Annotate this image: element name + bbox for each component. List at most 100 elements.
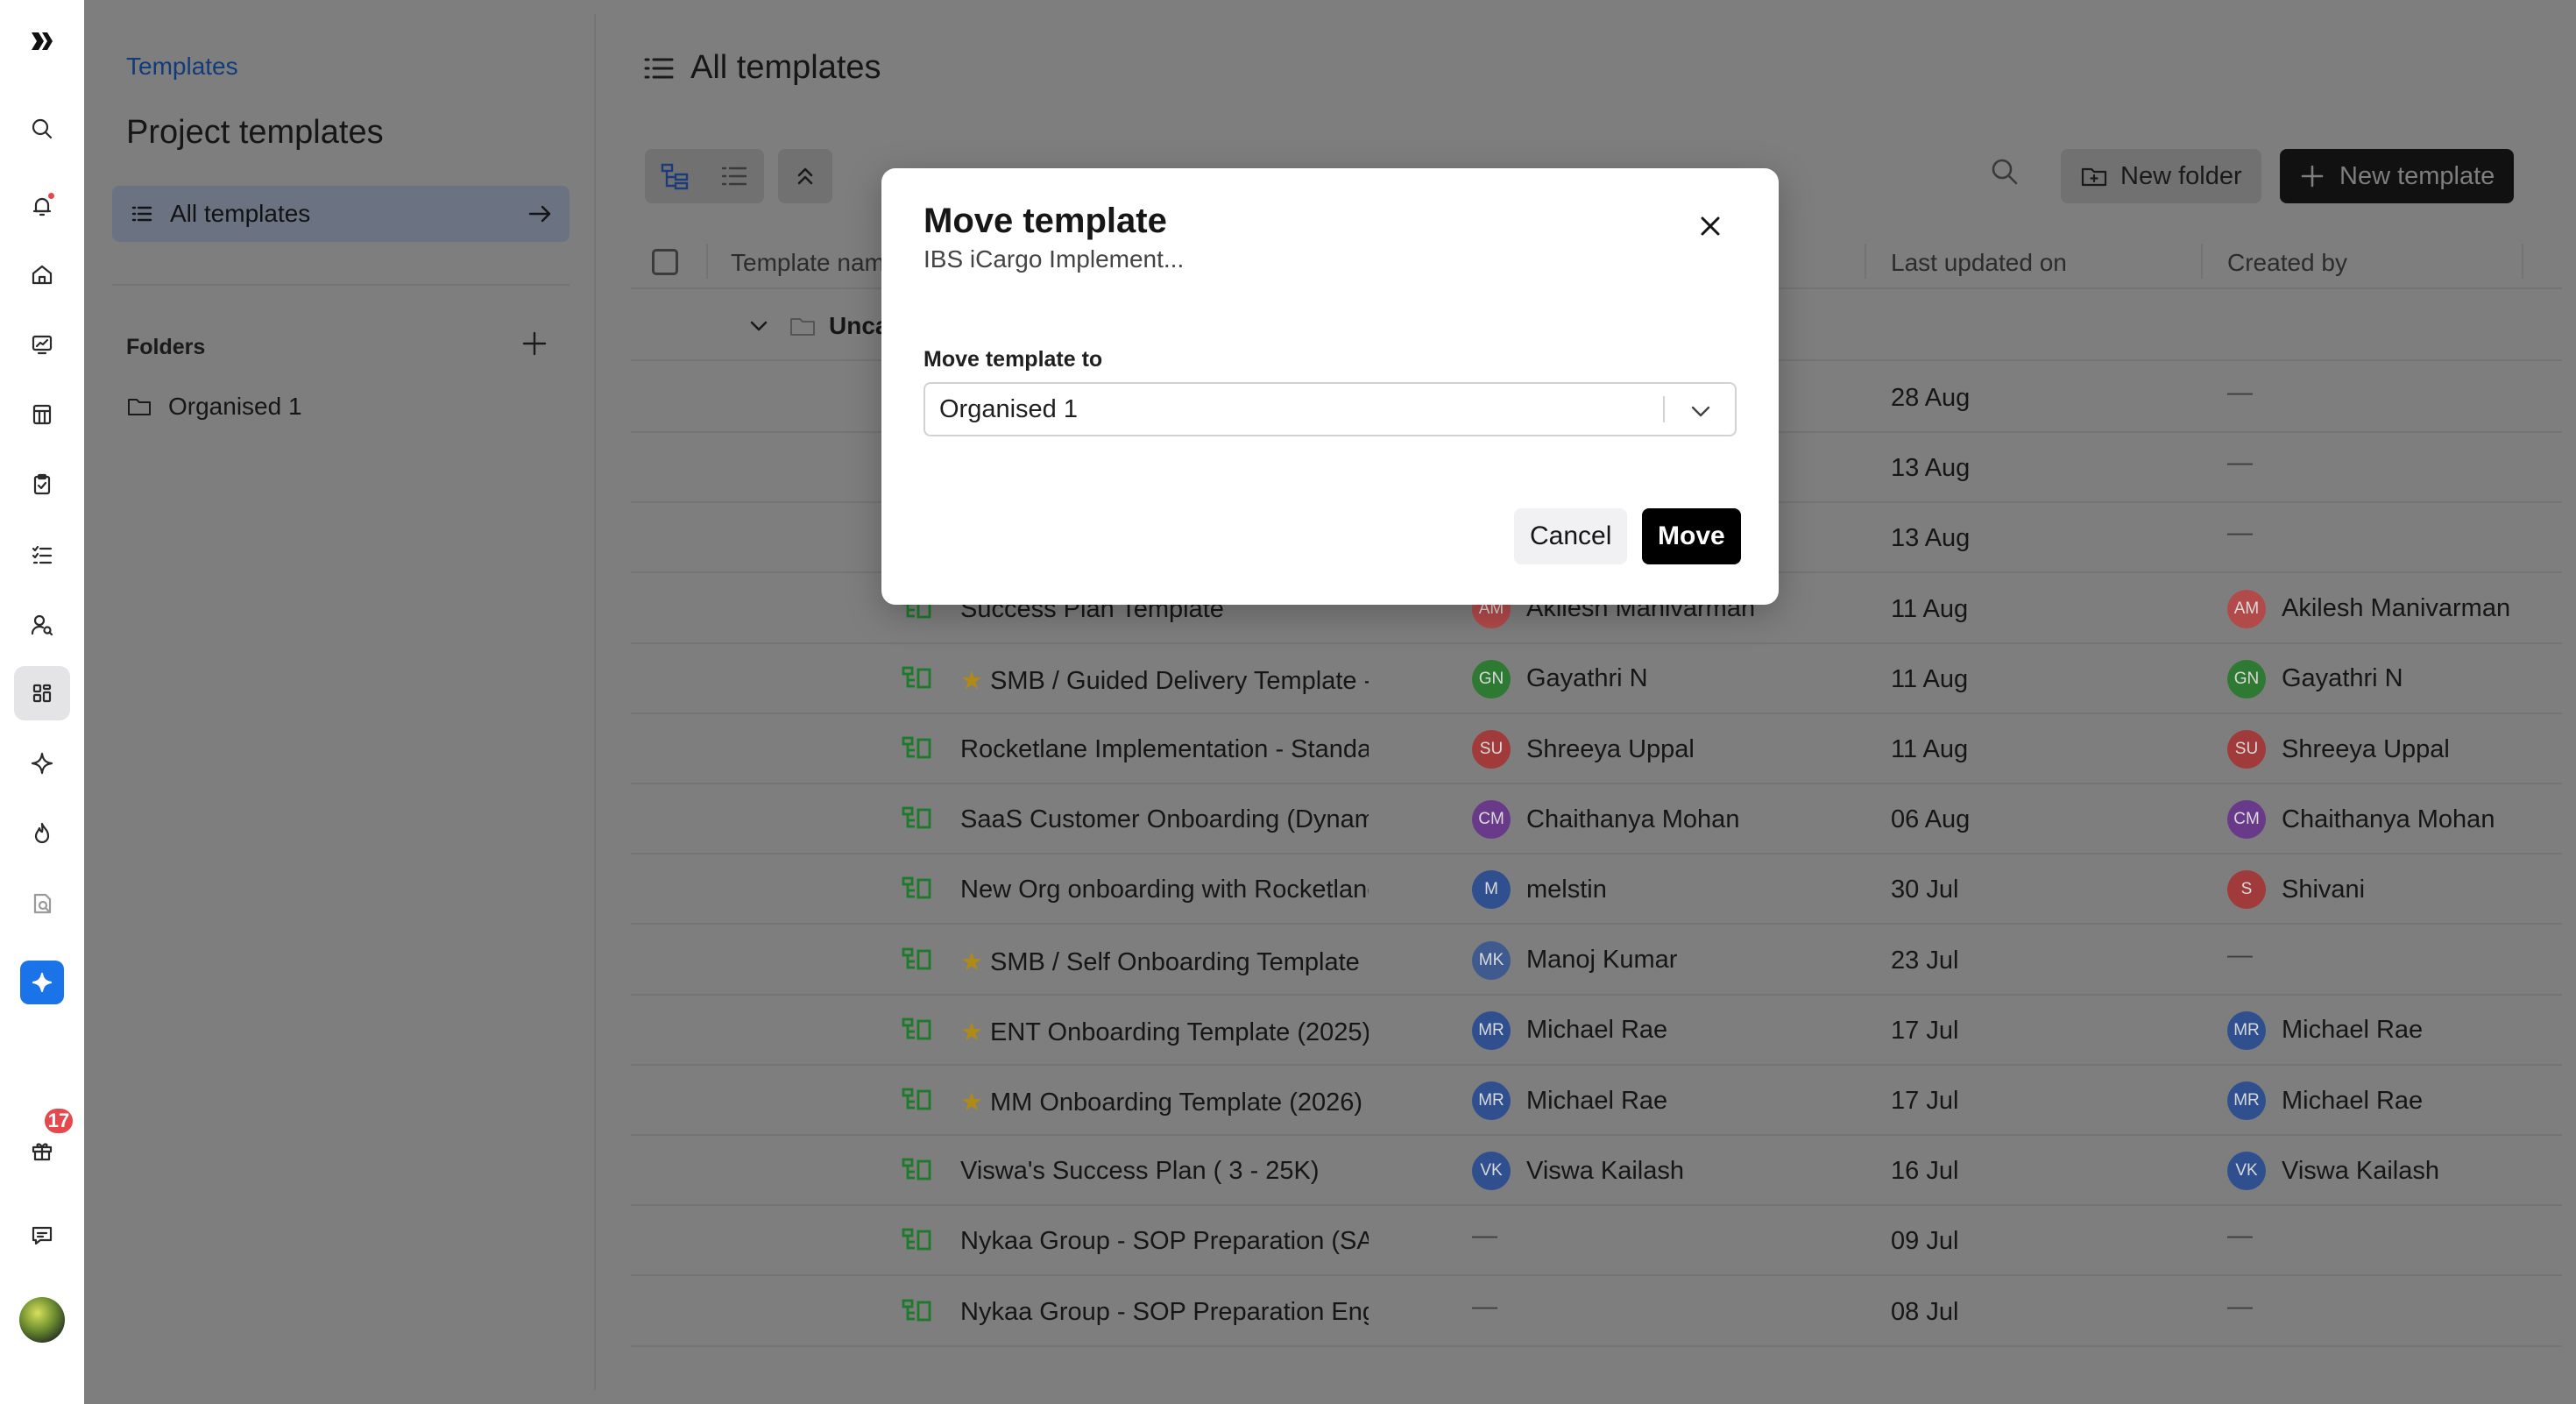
list-view-icon[interactable] [718,160,750,192]
owner-name: — [1472,1222,1497,1251]
owner-name: Viswa Kailash [1526,1156,1685,1185]
creator-name: — [2227,1292,2253,1321]
template-name[interactable]: SaaS Customer Onboarding (Dynamic) [960,805,1369,834]
creator-name: Chaithanya Mohan [2282,805,2495,833]
more-options-icon[interactable] [2560,947,2562,980]
column-header-created[interactable]: Created by [2227,249,2347,277]
home-icon[interactable] [14,247,70,301]
notification-dot [46,191,56,201]
more-options-icon[interactable] [2560,1298,2562,1331]
more-options-icon[interactable] [2560,1087,2562,1120]
column-header-name[interactable]: Template name [731,249,898,277]
template-icon [901,1157,932,1190]
updated-date: 09 Jul [1891,1227,1959,1256]
avatar: MR [1472,1081,1511,1120]
creator-name: Michael Rae [2282,1086,2424,1115]
template-name[interactable]: Nykaa Group - SOP Preparation (SAP) [960,1227,1369,1256]
sidebar-folder-item[interactable]: Organised 1 [126,393,302,421]
avatar: S [2227,870,2266,910]
sidebar-item-all-templates[interactable]: All templates [112,186,570,242]
projects-icon[interactable] [14,387,70,442]
chat-icon[interactable] [14,1208,70,1262]
select-all-checkbox[interactable] [652,249,678,275]
reports-icon[interactable] [14,876,70,931]
template-name[interactable]: ★ SMB / Self Onboarding Template [960,947,1369,977]
template-name-text: Rocketlane Implementation - Standard [960,735,1369,763]
owner-name: Manoj Kumar [1526,946,1678,975]
table-row[interactable]: SaaS Customer Onboarding (Dynamic) CM Chai… [631,784,2562,855]
user-avatar[interactable] [19,1297,65,1343]
new-template-button[interactable]: New template [2280,149,2515,203]
more-options-icon[interactable] [2560,1157,2562,1190]
table-row[interactable]: ★ SMB / Self Onboarding Template MK Manoj K… [631,925,2562,996]
table-row[interactable]: Nykaa Group - SOP Preparation (SAP) — 09 J… [631,1206,2562,1277]
template-name[interactable]: ★ MM Onboarding Template (2026) [960,1087,1369,1117]
more-options-icon[interactable] [2560,384,2562,417]
template-name[interactable]: Nykaa Group - SOP Preparation Eng [960,1298,1369,1327]
checklist-icon[interactable] [14,528,70,582]
breadcrumb[interactable]: Templates [126,53,238,81]
avatar: MK [1472,940,1511,980]
template-name[interactable]: ★ ENT Onboarding Template (2025) [960,1017,1369,1047]
move-button[interactable]: Move [1642,508,1741,564]
search-icon[interactable] [1987,154,2022,189]
tasks-icon[interactable] [14,457,70,512]
creator-name: — [2227,519,2253,548]
template-name[interactable]: Rocketlane Implementation - Standard [960,735,1369,764]
more-options-icon[interactable] [2560,1017,2562,1050]
sidebar-item-label: All templates [170,200,311,227]
more-options-icon[interactable] [2560,454,2562,487]
destination-folder-select[interactable]: Organised 1 [924,382,1737,436]
creator-name: — [2227,449,2253,478]
more-options-icon[interactable] [2560,524,2562,557]
select-divider [1663,396,1665,422]
table-row[interactable]: ★ MM Onboarding Template (2026) MR Michael … [631,1066,2562,1136]
more-options-icon[interactable] [2560,595,2562,628]
main-title: All templates [641,49,881,87]
template-name[interactable]: ★ SMB / Guided Delivery Template - [960,665,1369,696]
star-icon[interactable]: ★ [960,948,983,976]
fire-icon[interactable] [14,806,70,861]
table-row[interactable]: Nykaa Group - SOP Preparation Eng — 08 Jul… [631,1277,2562,1347]
template-name[interactable]: Viswa's Success Plan ( 3 - 25K) [960,1157,1369,1186]
add-folder-icon[interactable] [519,328,550,359]
template-name-text: Nykaa Group - SOP Preparation (SAP) [960,1227,1369,1256]
new-folder-button[interactable]: New folder [2061,149,2261,203]
dashboard-icon[interactable] [14,317,70,372]
table-row[interactable]: New Org onboarding with Rocketlane Mmelst… [631,854,2562,925]
creator-name: — [2227,940,2253,969]
more-options-icon[interactable] [2560,805,2562,839]
plus-icon [2301,165,2324,188]
table-row[interactable]: Viswa's Success Plan ( 3 - 25K) VK Viswa K… [631,1136,2562,1207]
people-icon[interactable] [14,598,70,652]
table-row[interactable]: Rocketlane Implementation - Standard SU Sh… [631,714,2562,784]
star-icon[interactable]: ★ [960,1088,983,1117]
folder-plus-icon [2081,167,2107,187]
tree-view-icon[interactable] [659,160,690,192]
updated-date: 08 Jul [1891,1297,1959,1326]
close-button[interactable] [1684,200,1737,252]
template-name[interactable]: New Org onboarding with Rocketlane [960,876,1369,904]
logo-icon[interactable] [14,14,70,68]
star-icon[interactable]: ★ [960,667,983,695]
more-options-icon[interactable] [2560,1227,2562,1260]
sparkle-icon[interactable] [14,736,70,791]
more-options-icon[interactable] [2560,735,2562,769]
avatar: M [1472,870,1511,910]
ai-assistant-icon[interactable] [20,961,64,1004]
chevron-down-icon[interactable] [745,312,773,340]
templates-icon[interactable] [14,666,70,720]
notifications-icon[interactable] [14,179,70,233]
table-row[interactable]: ★ SMB / Guided Delivery Template - GN Gayat… [631,644,2562,714]
cancel-button[interactable]: Cancel [1514,508,1628,564]
search-icon[interactable] [14,102,70,156]
folders-heading: Folders [126,335,206,359]
collapse-all-button[interactable] [778,149,832,203]
more-options-icon[interactable] [2560,665,2562,698]
creator-cell: GN Gayathri N [2227,659,2403,698]
star-icon[interactable]: ★ [960,1018,983,1046]
more-options-icon[interactable] [2560,876,2562,909]
gift-icon[interactable]: 17 [14,1106,75,1178]
table-row[interactable]: ★ ENT Onboarding Template (2025) MR Michael… [631,996,2562,1066]
column-header-updated[interactable]: Last updated on [1891,249,2067,277]
